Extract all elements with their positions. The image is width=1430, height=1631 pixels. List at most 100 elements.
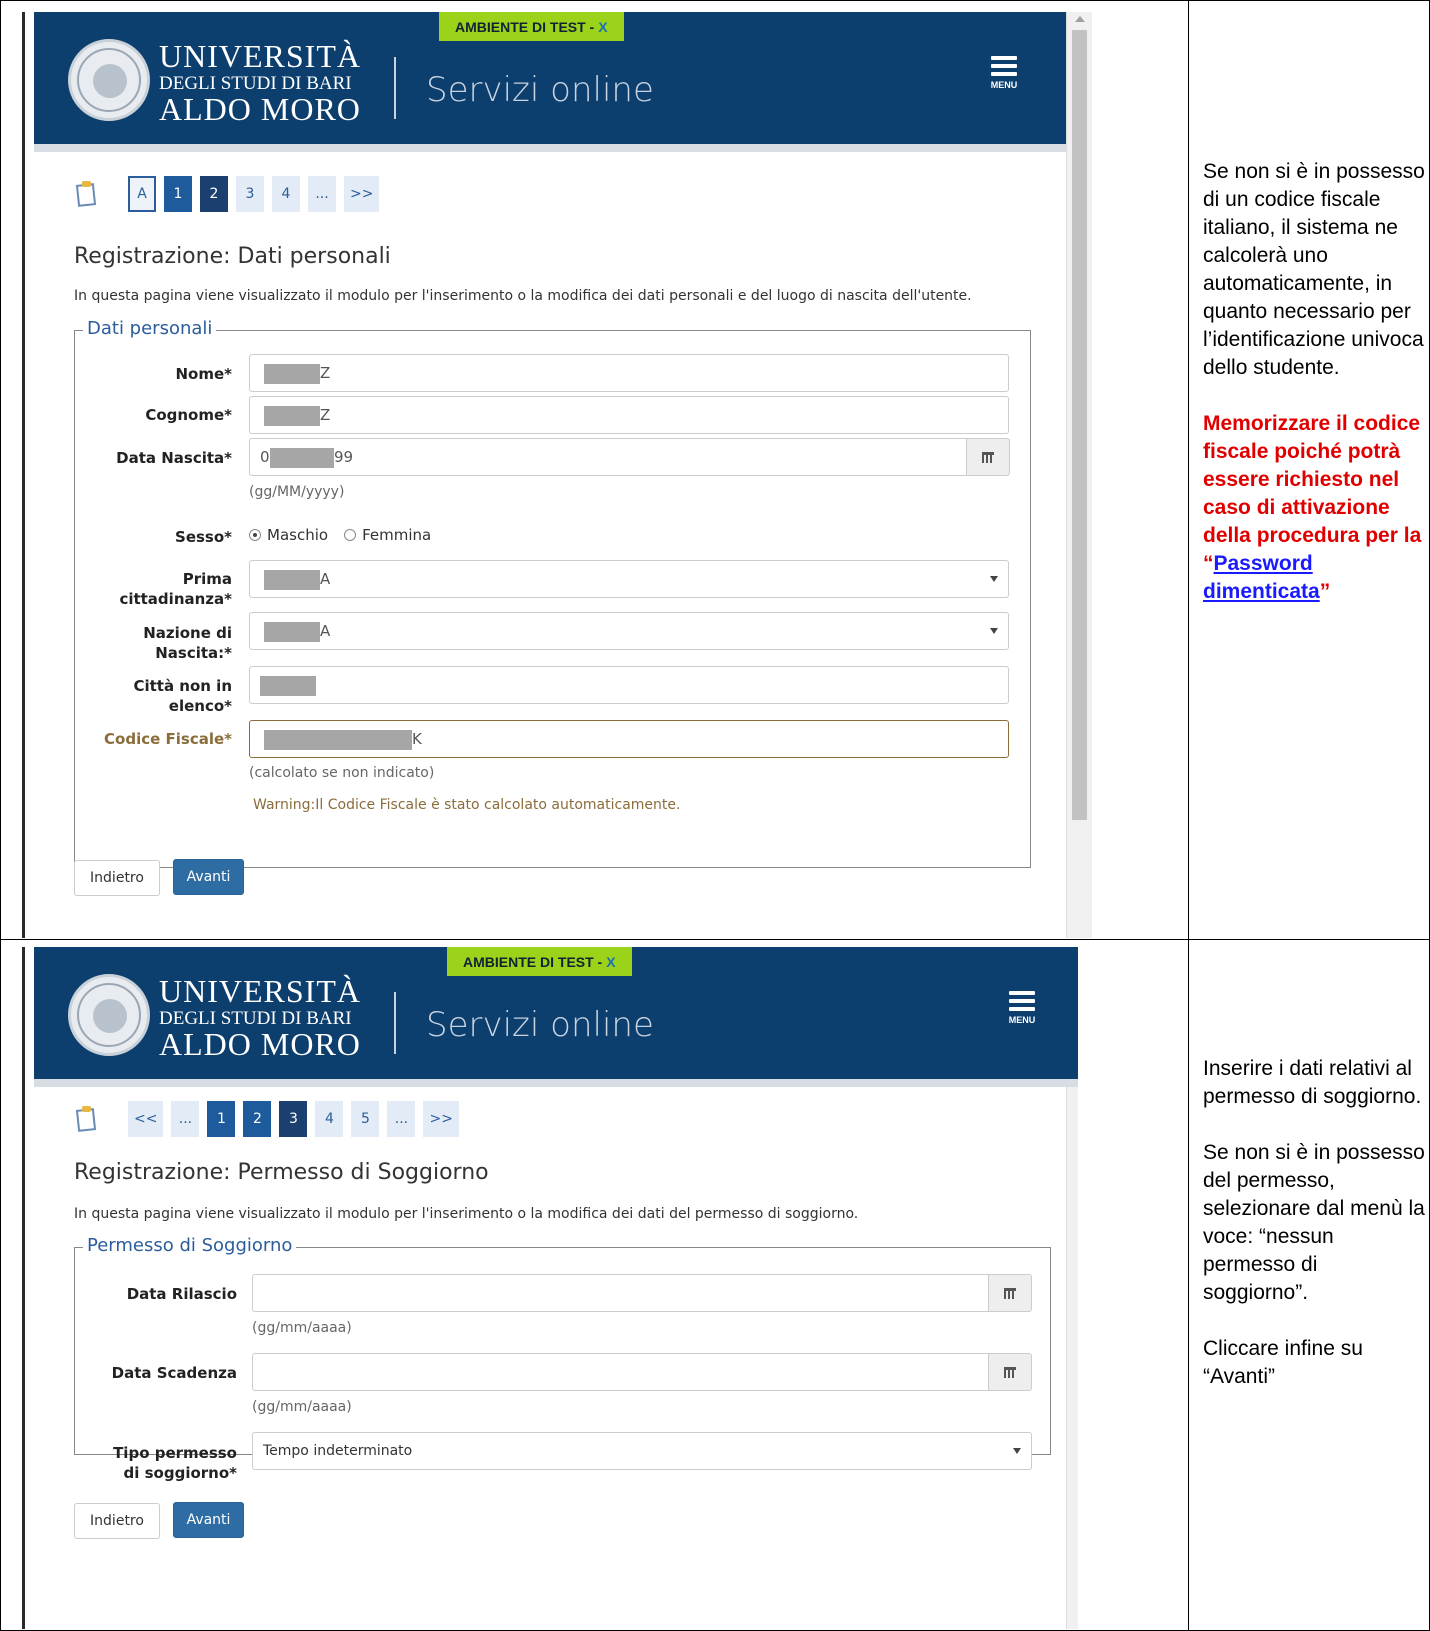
page-title: Registrazione: Permesso di Soggiorno	[74, 1160, 489, 1185]
codice-fiscale-value: K	[412, 730, 422, 748]
table-row-divider	[0, 939, 1430, 940]
cittadinanza-select[interactable]: A	[249, 560, 1009, 598]
note-warning-text: Memorizzare il codice fiscale poiché pot…	[1203, 412, 1422, 547]
university-logo-text[interactable]: UNIVERSITÀ DEGLI STUDI DI BARI ALDO MORO	[159, 40, 361, 125]
menu-icon	[991, 56, 1017, 60]
tipo-label-line2: di soggiorno*	[123, 1464, 237, 1482]
redacted-value	[270, 448, 334, 468]
menu-button[interactable]: MENU	[984, 56, 1024, 90]
nome-value: Z	[320, 364, 331, 382]
password-dimenticata-link[interactable]: Password dimenticata	[1203, 552, 1320, 603]
step-next[interactable]: >>	[423, 1101, 459, 1137]
nazione-select[interactable]: A	[249, 612, 1009, 650]
calendar-button[interactable]	[966, 438, 1010, 476]
menu-button[interactable]: MENU	[1002, 991, 1042, 1025]
servizi-online-title: Servizi online	[426, 70, 654, 110]
cognome-value: Z	[320, 406, 331, 424]
banner-close[interactable]: X	[606, 954, 615, 970]
header-strip	[34, 144, 1066, 152]
dropdown-caret-icon	[990, 576, 998, 582]
calendar-button[interactable]	[988, 1353, 1032, 1391]
nazione-label: Nazione di Nascita:*	[82, 623, 232, 663]
step-3[interactable]: 3	[279, 1101, 308, 1137]
step-2[interactable]: 2	[200, 176, 228, 212]
step-4[interactable]: 4	[315, 1101, 344, 1137]
dropdown-caret-icon	[1013, 1448, 1021, 1454]
avanti-button[interactable]: Avanti	[173, 859, 244, 895]
data-nascita-input[interactable]: 0 99	[249, 438, 967, 476]
data-rilascio-input[interactable]	[252, 1274, 989, 1312]
indietro-button[interactable]: Indietro	[74, 1503, 160, 1539]
step-3[interactable]: 3	[236, 176, 264, 212]
data-rilascio-label: Data Rilascio	[126, 1285, 237, 1303]
logo-line1: UNIVERSITÀ	[159, 973, 361, 1009]
tipo-label-line1: Tipo permesso	[113, 1444, 237, 1462]
scroll-thumb[interactable]	[1072, 30, 1087, 820]
header-strip	[34, 1079, 1078, 1087]
header-separator	[394, 57, 396, 119]
clipboard-icon	[74, 180, 100, 208]
quote-close: ”	[1319, 580, 1331, 603]
test-environment-banner: AMBIENTE DI TEST - X	[447, 947, 632, 976]
test-environment-banner: AMBIENTE DI TEST - X	[439, 12, 624, 41]
data-scadenza-input[interactable]	[252, 1353, 989, 1391]
codice-fiscale-label: Codice Fiscale*	[104, 730, 232, 748]
menu-icon	[1009, 991, 1035, 995]
data-nascita-label: Data Nascita*	[116, 449, 232, 467]
window-edge	[22, 947, 32, 1629]
calendar-icon	[1004, 1366, 1016, 1378]
nazione-label-line1: Nazione di	[143, 624, 232, 642]
indietro-button[interactable]: Indietro	[74, 860, 160, 896]
university-logo-text[interactable]: UNIVERSITÀ DEGLI STUDI DI BARI ALDO MORO	[159, 975, 361, 1060]
scrollbar[interactable]	[1066, 1087, 1078, 1629]
step-5[interactable]: 5	[351, 1101, 380, 1137]
nome-label: Nome*	[175, 365, 232, 383]
table-border-left	[0, 0, 1, 1631]
scrollbar[interactable]	[1066, 12, 1092, 938]
cittadinanza-label-line1: Prima	[182, 570, 232, 588]
sesso-radio-group: Maschio Femmina	[249, 526, 431, 544]
step-a[interactable]: A	[128, 176, 156, 212]
step-1[interactable]: 1	[207, 1101, 236, 1137]
menu-icon-bar	[1009, 999, 1035, 1003]
university-seal-icon	[68, 39, 150, 121]
tipo-permesso-label: Tipo permesso di soggiorno*	[82, 1443, 237, 1483]
codice-fiscale-input[interactable]: K	[249, 720, 1009, 758]
femmina-radio[interactable]	[344, 529, 357, 541]
banner-close[interactable]: X	[598, 19, 607, 35]
cognome-input[interactable]: Z	[249, 396, 1009, 434]
step-ellipsis[interactable]: ...	[308, 176, 336, 212]
citta-label-line1: Città non in	[133, 677, 232, 695]
redacted-value	[260, 676, 316, 696]
avanti-button[interactable]: Avanti	[173, 1502, 244, 1538]
clipboard-icon	[74, 1105, 100, 1133]
step-ellipsis[interactable]: ...	[171, 1101, 200, 1137]
date-format-hint: (gg/MM/yyyy)	[249, 484, 345, 500]
menu-label: MENU	[1008, 1015, 1036, 1025]
note-paragraph-1: Inserire i dati relativi al permesso di …	[1203, 1057, 1422, 1108]
codice-fiscale-warning: Warning:Il Codice Fiscale è stato calcol…	[253, 797, 681, 813]
redacted-value	[264, 570, 320, 590]
note-paragraph-3: Cliccare infine su “Avanti”	[1203, 1337, 1363, 1388]
femmina-label: Femmina	[362, 526, 432, 544]
menu-icon-bar	[991, 64, 1017, 68]
banner-text: AMBIENTE DI TEST -	[455, 18, 595, 35]
scroll-up-icon[interactable]	[1075, 16, 1085, 22]
tipo-permesso-select[interactable]: Tempo indeterminato	[252, 1432, 1032, 1470]
menu-label: MENU	[990, 80, 1018, 90]
nome-input[interactable]: Z	[249, 354, 1009, 392]
maschio-radio[interactable]	[249, 529, 261, 541]
calendar-button[interactable]	[988, 1274, 1032, 1312]
step-2[interactable]: 2	[243, 1101, 272, 1137]
step-ellipsis-2[interactable]: ...	[387, 1101, 416, 1137]
step-1[interactable]: 1	[164, 176, 192, 212]
rilascio-format-hint: (gg/mm/aaaa)	[252, 1320, 352, 1336]
step-4[interactable]: 4	[272, 176, 300, 212]
cittadinanza-label-line2: cittadinanza*	[119, 590, 232, 608]
nazione-label-line2: Nascita:*	[155, 644, 232, 662]
step-first[interactable]: <<	[128, 1101, 164, 1137]
citta-input[interactable]	[249, 666, 1009, 704]
page-description: In questa pagina viene visualizzato il m…	[74, 1206, 859, 1222]
step-next[interactable]: >>	[344, 176, 380, 212]
cittadinanza-label: Prima cittadinanza*	[82, 569, 232, 609]
